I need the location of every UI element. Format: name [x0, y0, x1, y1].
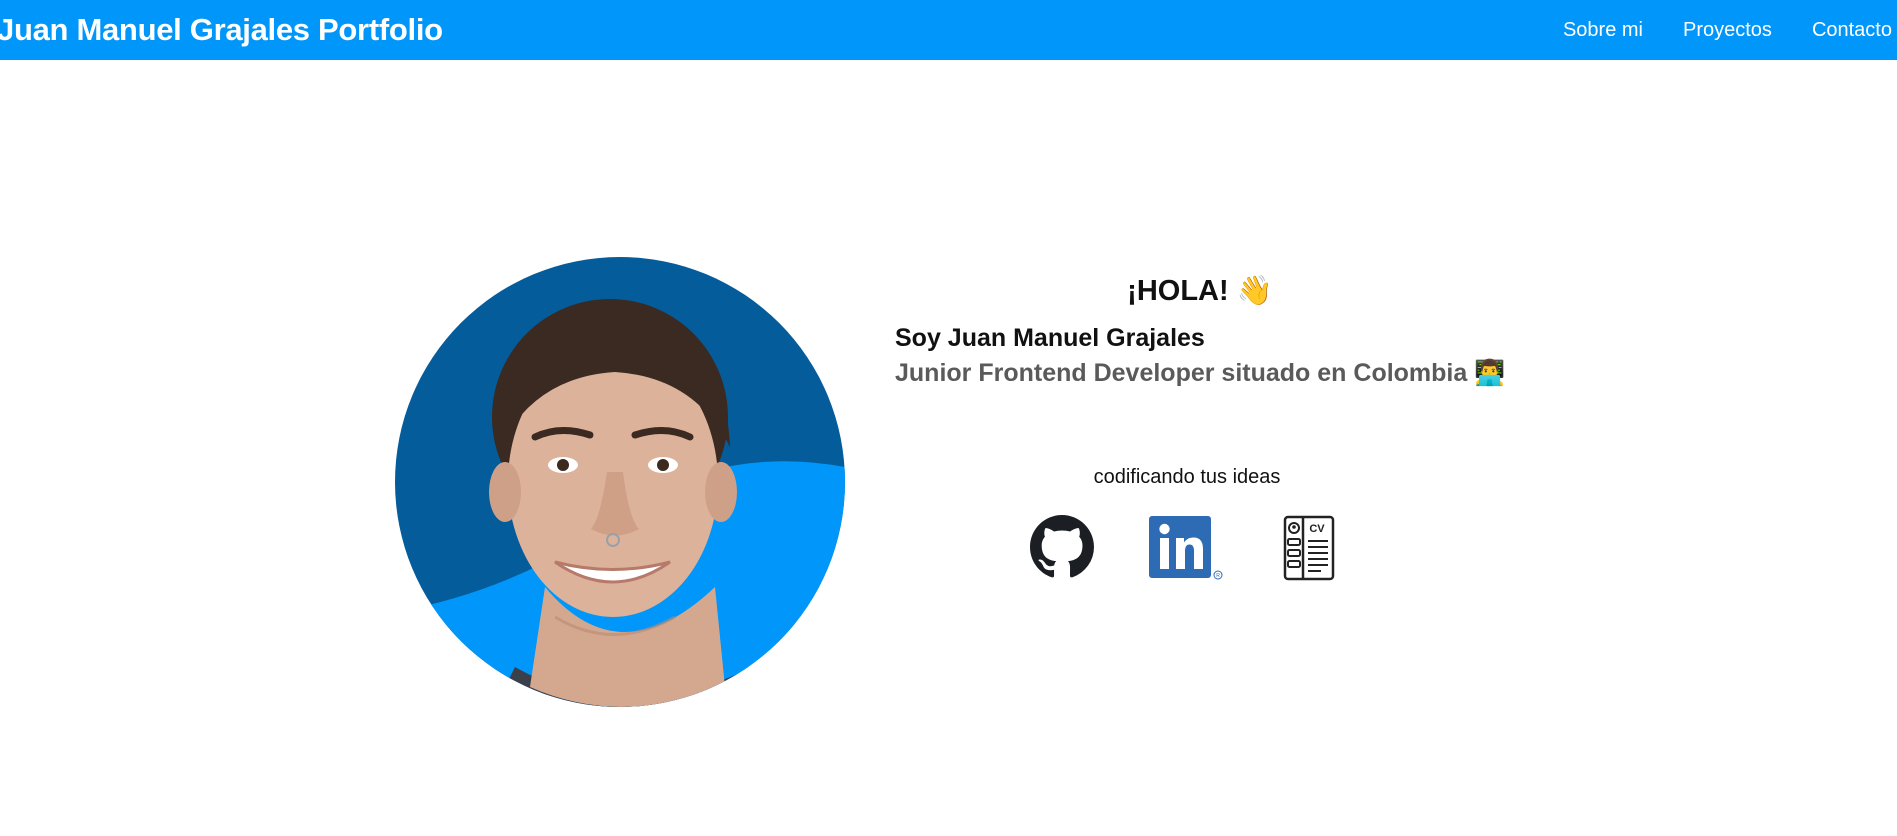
- cv-icon: CV: [1283, 515, 1335, 581]
- hero-tagline: codificando tus ideas: [1093, 466, 1281, 488]
- cv-link[interactable]: CV: [1283, 515, 1335, 581]
- linkedin-icon: R: [1149, 516, 1223, 580]
- github-icon: [1030, 515, 1094, 578]
- profile-avatar: [395, 257, 845, 707]
- nav-link-proyectos[interactable]: Proyectos: [1683, 19, 1772, 42]
- hero-name: Soy Juan Manuel Grajales: [895, 324, 1205, 352]
- svg-text:R: R: [1216, 573, 1220, 579]
- svg-text:CV: CV: [1309, 523, 1325, 535]
- site-brand[interactable]: Juan Manuel Grajales Portfolio: [0, 12, 443, 48]
- hero-greeting: ¡HOLA! 👋: [1127, 275, 1273, 307]
- main-nav: Sobre mi Proyectos Contacto: [1523, 0, 1897, 60]
- linkedin-link[interactable]: R: [1148, 515, 1224, 581]
- github-link[interactable]: [1030, 515, 1094, 579]
- hero-role: Junior Frontend Developer situado en Col…: [895, 359, 1506, 387]
- nav-link-sobre-mi[interactable]: Sobre mi: [1563, 19, 1643, 42]
- top-navbar: Juan Manuel Grajales Portfolio Sobre mi …: [0, 0, 1897, 60]
- nav-link-contacto[interactable]: Contacto: [1812, 19, 1892, 42]
